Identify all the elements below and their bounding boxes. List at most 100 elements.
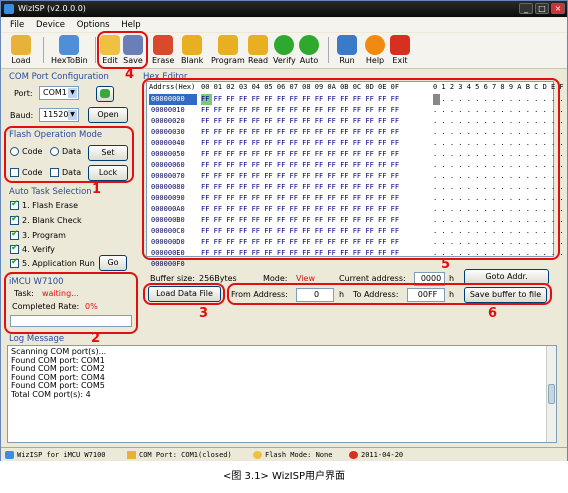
go-button[interactable]: Go bbox=[99, 255, 127, 271]
blank-button[interactable]: Blank bbox=[181, 35, 203, 65]
status-flash: Flash Mode: None bbox=[265, 451, 333, 459]
from-address-field[interactable]: 0 bbox=[296, 288, 334, 302]
chevron-down-icon[interactable]: ▼ bbox=[68, 88, 77, 98]
hex-byte-row[interactable]: FF FF FF FF FF FF FF FF FF FF FF FF FF F… bbox=[201, 226, 399, 237]
load-button[interactable]: Load bbox=[11, 35, 31, 65]
address-cell[interactable]: 00000090 bbox=[149, 193, 197, 204]
baud-label: Baud: bbox=[10, 111, 34, 120]
lock-button[interactable]: Lock bbox=[88, 165, 128, 181]
radio-code-label: Code bbox=[22, 147, 43, 156]
open-button[interactable]: Open bbox=[88, 107, 128, 123]
address-cell[interactable]: 00000030 bbox=[149, 127, 197, 138]
menu-file[interactable]: File bbox=[10, 18, 24, 32]
address-cell[interactable]: 000000A0 bbox=[149, 204, 197, 215]
address-cell[interactable]: 000000D0 bbox=[149, 237, 197, 248]
address-cell[interactable]: 00000060 bbox=[149, 160, 197, 171]
ascii-row: . . . . . . . . . . . . . . . . bbox=[433, 106, 564, 114]
hex-byte-row[interactable]: FF FF FF FF FF FF FF FF FF FF FF FF FF F… bbox=[201, 248, 399, 256]
hex-byte-row[interactable]: FF FF FF FF FF FF FF FF FF FF FF FF FF F… bbox=[201, 138, 399, 149]
address-cell[interactable]: 000000F0 bbox=[149, 259, 197, 270]
scrollbar-thumb[interactable] bbox=[548, 384, 555, 404]
erase-button[interactable]: Erase bbox=[152, 35, 174, 65]
exit-button[interactable]: Exit bbox=[390, 35, 410, 65]
radio-code[interactable] bbox=[10, 147, 19, 156]
address-cell[interactable]: 000000C0 bbox=[149, 226, 197, 237]
auto-task-section-title: Auto Task Selection bbox=[9, 187, 92, 197]
toolbar-separator bbox=[328, 37, 329, 63]
hex-byte-row[interactable]: FF FF FF FF FF FF FF FF FF FF FF FF FF F… bbox=[201, 105, 399, 116]
program-button[interactable]: Program bbox=[211, 35, 245, 65]
load-data-file-button[interactable]: Load Data File bbox=[148, 286, 221, 302]
run-icon bbox=[337, 35, 357, 55]
hex-byte-row[interactable]: FF FF FF FF FF FF FF FF FF FF FF FF FF F… bbox=[201, 215, 399, 226]
refresh-port-button[interactable] bbox=[96, 86, 114, 102]
hex-byte-row[interactable]: FF FF FF FF FF FF FF FF FF FF FF FF FF F… bbox=[201, 149, 399, 160]
baud-select[interactable]: 115200 ▼ bbox=[39, 108, 79, 122]
address-cell[interactable]: 00000010 bbox=[149, 105, 197, 116]
address-cell[interactable]: 00000000 bbox=[149, 94, 197, 105]
app-icon bbox=[4, 4, 14, 14]
address-cell[interactable]: 00000050 bbox=[149, 149, 197, 160]
task-checkbox[interactable] bbox=[10, 257, 19, 268]
task-label: 4. Verify bbox=[22, 245, 55, 254]
run-button[interactable]: Run bbox=[337, 35, 357, 65]
hex-byte-row[interactable]: FF FF FF FF FF FF FF FF FF FF FF FF FF F… bbox=[201, 160, 399, 171]
hex-byte-row[interactable]: FF FF FF FF FF FF FF FF FF FF FF FF FF F… bbox=[201, 127, 399, 138]
hex-byte-row[interactable]: FF FF FF FF FF FF FF FF FF FF FF FF FF F… bbox=[201, 94, 399, 105]
address-cell[interactable]: 00000020 bbox=[149, 116, 197, 127]
clock-icon bbox=[349, 451, 358, 459]
address-cell[interactable]: 000000B0 bbox=[149, 215, 197, 226]
check-data[interactable] bbox=[50, 168, 59, 177]
address-column: 00000000 00000010 00000020 00000030 0000… bbox=[149, 94, 197, 270]
log-scrollbar[interactable] bbox=[546, 346, 556, 442]
current-address-unit: h bbox=[449, 274, 455, 283]
address-cell[interactable]: 00000040 bbox=[149, 138, 197, 149]
annotation-number-5: 5 bbox=[441, 257, 451, 272]
hex-byte-row[interactable]: FF FF FF FF FF FF FF FF FF FF FF FF FF F… bbox=[201, 204, 399, 215]
maximize-button[interactable]: □ bbox=[535, 3, 549, 14]
annotation-box-4 bbox=[97, 31, 148, 69]
menu-options[interactable]: Options bbox=[77, 18, 110, 32]
annotation-number-4: 4 bbox=[125, 67, 135, 82]
radio-data[interactable] bbox=[50, 147, 59, 156]
check-code[interactable] bbox=[10, 168, 19, 177]
address-cell[interactable]: 00000070 bbox=[149, 171, 197, 182]
auto-button[interactable]: Auto bbox=[299, 35, 319, 65]
close-button[interactable]: × bbox=[551, 3, 565, 14]
task-checkbox[interactable] bbox=[10, 199, 19, 210]
hex-byte-row[interactable]: FF FF FF FF FF FF FF FF FF FF FF FF FF F… bbox=[201, 116, 399, 127]
window-title: WizISP (v2.0.0.0) bbox=[18, 4, 86, 13]
verify-button[interactable]: Verify bbox=[273, 35, 296, 65]
task-checkbox[interactable] bbox=[10, 243, 19, 254]
to-address-field[interactable]: 00FF bbox=[407, 288, 445, 302]
set-button[interactable]: Set bbox=[88, 145, 128, 161]
convert-icon bbox=[59, 35, 80, 55]
minimize-button[interactable]: _ bbox=[519, 3, 533, 14]
hex-byte-row[interactable]: FF FF FF FF FF FF FF FF FF FF FF FF FF F… bbox=[201, 237, 399, 248]
help-button[interactable]: Help bbox=[365, 35, 385, 65]
menu-device[interactable]: Device bbox=[36, 18, 65, 32]
hex-editor-grid[interactable]: Addrss(Hex) 00 01 02 03 04 05 06 07 08 0… bbox=[146, 81, 564, 268]
hex-byte-row[interactable]: FF FF FF FF FF FF FF FF FF FF FF FF FF F… bbox=[201, 182, 399, 193]
address-cell[interactable]: 00000080 bbox=[149, 182, 197, 193]
byte-column-header: 00 01 02 03 04 05 06 07 08 09 0A 0B 0C 0… bbox=[201, 83, 400, 91]
radio-data-label: Data bbox=[62, 147, 82, 156]
read-button[interactable]: Read bbox=[248, 35, 268, 65]
chevron-down-icon[interactable]: ▼ bbox=[68, 110, 77, 120]
hex-byte-row[interactable]: FF FF FF FF FF FF FF FF FF FF FF FF FF F… bbox=[201, 193, 399, 204]
refresh-icon bbox=[100, 89, 110, 98]
task-checkbox[interactable] bbox=[10, 214, 19, 225]
log-textarea[interactable]: Scanning COM port(s)... Found COM port: … bbox=[7, 345, 557, 443]
port-select[interactable]: COM1 ▼ bbox=[39, 86, 79, 100]
hex-byte-row[interactable]: FF FF FF FF FF FF FF FF FF FF FF FF FF F… bbox=[201, 171, 399, 182]
task-checkbox[interactable] bbox=[10, 229, 19, 240]
status-app: WizISP for iMCU W7100 bbox=[17, 451, 106, 459]
ascii-row: . . . . . . . . . . . . . . . . bbox=[433, 249, 564, 256]
check-data-label: Data bbox=[62, 168, 82, 177]
hextobin-button[interactable]: HexToBin bbox=[51, 35, 88, 65]
task-label: 5. Application Run bbox=[22, 259, 95, 268]
save-buffer-button[interactable]: Save buffer to file bbox=[464, 287, 547, 303]
menu-help[interactable]: Help bbox=[121, 18, 140, 32]
ascii-row: . . . . . . . . . . . . . . . . bbox=[433, 205, 564, 213]
address-cell[interactable]: 000000E0 bbox=[149, 248, 197, 259]
